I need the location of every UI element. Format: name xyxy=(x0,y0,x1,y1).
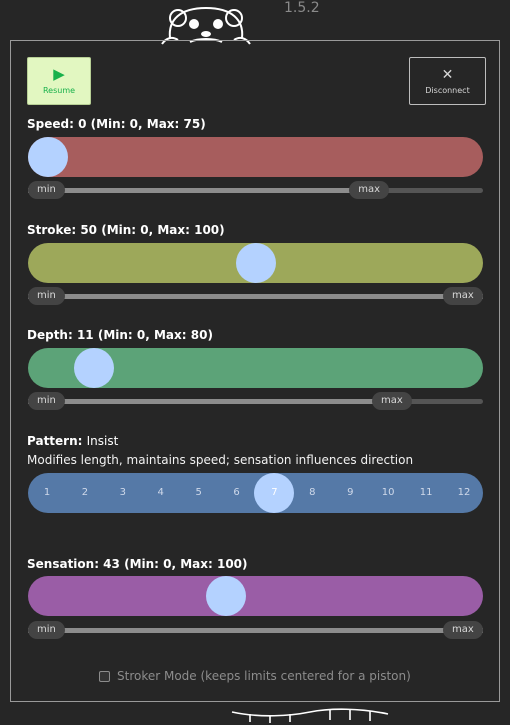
stroke-min-handle[interactable]: min xyxy=(28,287,65,305)
depth-slider[interactable] xyxy=(28,348,483,388)
pattern-description: Modifies length, maintains speed; sensat… xyxy=(27,453,414,467)
depth-min-handle[interactable]: min xyxy=(28,392,65,410)
depth-label: Depth: 11 (Min: 0, Max: 80) xyxy=(27,328,213,342)
disconnect-label: Disconnect xyxy=(425,85,470,95)
disconnect-button[interactable]: ✕ Disconnect xyxy=(409,57,486,105)
depth-limit-range[interactable]: min max xyxy=(28,392,483,410)
depth-value-text: Depth: 11 xyxy=(27,328,94,342)
pattern-option-9[interactable]: 9 xyxy=(338,473,362,513)
sensation-slider-thumb[interactable] xyxy=(206,576,247,616)
pattern-option-6[interactable]: 6 xyxy=(225,473,249,513)
speed-min-handle[interactable]: min xyxy=(28,181,65,199)
pattern-option-3[interactable]: 3 xyxy=(111,473,135,513)
pattern-option-4[interactable]: 4 xyxy=(149,473,173,513)
sensation-label: Sensation: 43 (Min: 0, Max: 100) xyxy=(27,557,248,571)
pattern-selector[interactable]: 1 2 3 4 5 6 7 8 9 10 11 12 xyxy=(28,473,483,513)
stroke-slider[interactable] xyxy=(28,243,483,283)
sensation-limit-fill xyxy=(28,628,483,633)
depth-range-text: (Min: 0, Max: 80) xyxy=(97,328,213,342)
speed-value-text: Speed: 0 xyxy=(27,117,87,131)
pattern-option-5[interactable]: 5 xyxy=(187,473,211,513)
stroke-limit-range[interactable]: min max xyxy=(28,287,483,305)
depth-max-handle[interactable]: max xyxy=(372,392,412,410)
sensation-value-text: Sensation: 43 xyxy=(27,557,120,571)
sensation-limit-range[interactable]: min max xyxy=(28,621,483,639)
pattern-option-7[interactable]: 7 xyxy=(262,473,286,513)
stroke-slider-thumb[interactable] xyxy=(235,243,276,283)
depth-slider-thumb[interactable] xyxy=(73,348,114,388)
resume-button[interactable]: ▶ Resume xyxy=(27,57,91,105)
sensation-range-text: (Min: 0, Max: 100) xyxy=(124,557,248,571)
stroker-mode-option[interactable]: Stroker Mode (keeps limits centered for … xyxy=(99,669,411,683)
sensation-slider[interactable] xyxy=(28,576,483,616)
pattern-option-8[interactable]: 8 xyxy=(300,473,324,513)
speed-range-text: (Min: 0, Max: 75) xyxy=(90,117,206,131)
pattern-option-12[interactable]: 12 xyxy=(452,473,476,513)
pattern-option-10[interactable]: 10 xyxy=(376,473,400,513)
control-panel: ▶ Resume ✕ Disconnect Speed: 0 (Min: 0, … xyxy=(10,40,500,702)
stroker-mode-label: Stroker Mode (keeps limits centered for … xyxy=(117,669,411,683)
sensation-max-handle[interactable]: max xyxy=(443,621,483,639)
sensation-min-handle[interactable]: min xyxy=(28,621,65,639)
play-icon: ▶ xyxy=(53,65,65,83)
stroke-label: Stroke: 50 (Min: 0, Max: 100) xyxy=(27,223,225,237)
stroke-value-text: Stroke: 50 xyxy=(27,223,98,237)
stroke-range-text: (Min: 0, Max: 100) xyxy=(101,223,225,237)
depth-limit-fill xyxy=(28,399,392,404)
pattern-option-1[interactable]: 1 xyxy=(35,473,59,513)
mascot-feet xyxy=(231,708,389,723)
pattern-name: Insist xyxy=(86,434,119,448)
pattern-label: Pattern: Insist xyxy=(27,434,118,448)
speed-max-handle[interactable]: max xyxy=(349,181,390,199)
stroker-mode-checkbox[interactable] xyxy=(99,670,110,682)
speed-slider-thumb[interactable] xyxy=(28,137,68,177)
stroke-limit-fill xyxy=(28,294,483,299)
version-label: 1.5.2 xyxy=(284,0,320,16)
pattern-option-2[interactable]: 2 xyxy=(73,473,97,513)
speed-label: Speed: 0 (Min: 0, Max: 75) xyxy=(27,117,206,131)
speed-limit-range[interactable]: min max xyxy=(28,181,483,199)
resume-label: Resume xyxy=(42,86,76,95)
speed-slider[interactable] xyxy=(28,137,483,177)
stroke-max-handle[interactable]: max xyxy=(443,287,483,305)
close-icon: ✕ xyxy=(441,66,454,83)
pattern-option-11[interactable]: 11 xyxy=(414,473,438,513)
pattern-label-text: Pattern: xyxy=(27,434,83,448)
speed-limit-fill xyxy=(28,188,370,193)
